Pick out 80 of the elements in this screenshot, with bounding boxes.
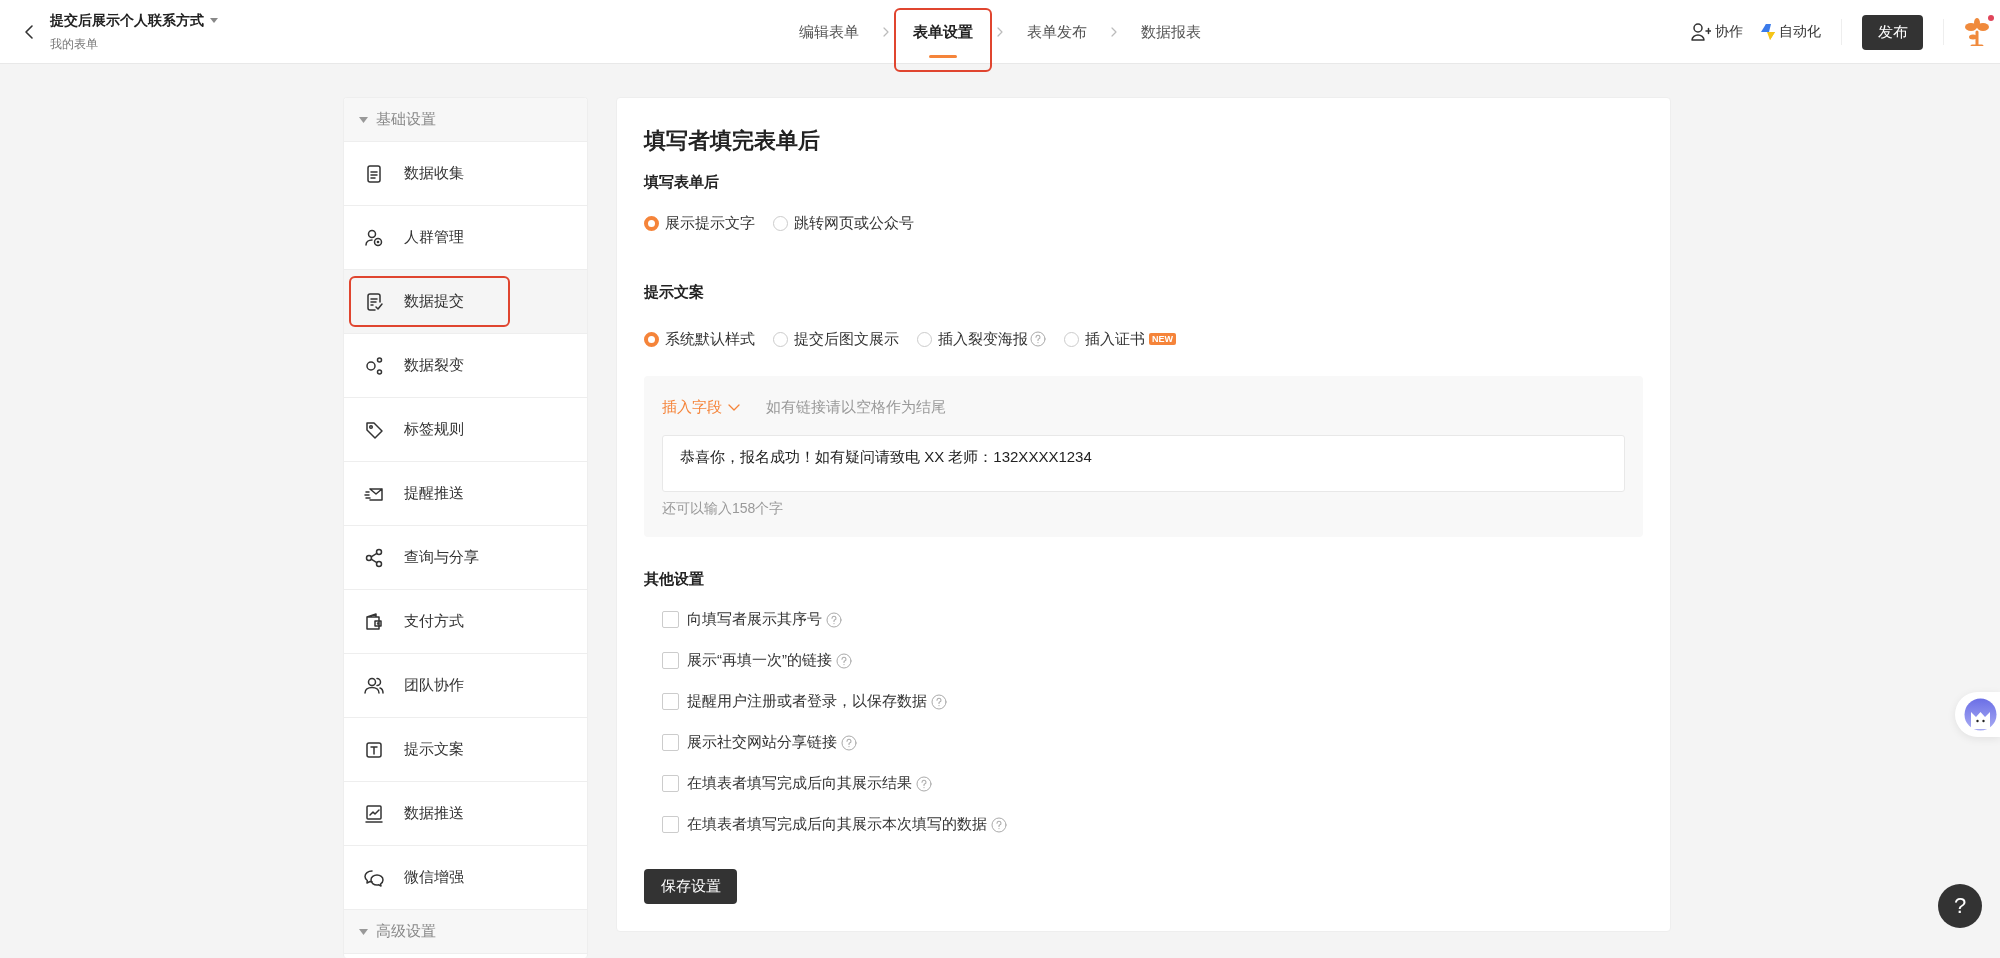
toolbar-button[interactable]: 自动化: [1761, 23, 1821, 41]
publish-button[interactable]: 发布: [1862, 14, 1923, 50]
page-heading: 填写者填完表单后: [644, 127, 821, 155]
checkbox-label: 在填表者填写完成后向其展示结果: [687, 774, 912, 793]
message-input[interactable]: 恭喜你，报名成功！如有疑问请致电 XX 老师：132XXXX1234: [662, 435, 1625, 492]
dropdown-icon[interactable]: [210, 18, 218, 23]
section-label: 其他设置: [644, 569, 705, 589]
breadcrumb-link[interactable]: 我的表单: [50, 35, 218, 53]
chevron-down-icon: [728, 403, 740, 411]
caret-icon: [359, 928, 368, 935]
sidebar-item[interactable]: 标签规则: [344, 398, 587, 462]
help-icon[interactable]: [931, 693, 947, 710]
radio-option[interactable]: 展示提示文字: [644, 213, 755, 233]
checkbox[interactable]: [662, 816, 679, 833]
sidebar-item[interactable]: 数据推送: [344, 782, 587, 846]
menu-item-icon: [364, 163, 384, 184]
assistant-button[interactable]: [1955, 692, 2000, 737]
checkbox-label: 在填表者填写完成后向其展示本次填写的数据: [687, 815, 987, 834]
checkbox-label: 提醒用户注册或者登录，以保存数据: [687, 692, 927, 711]
menu-item-icon: [364, 355, 384, 376]
sidebar-item[interactable]: 数据裂变: [344, 334, 587, 398]
menu-item-icon: [364, 611, 384, 632]
chevron-icon: [1111, 27, 1117, 37]
sidebar-item[interactable]: 团队协作: [344, 654, 587, 718]
checkbox[interactable]: [662, 611, 679, 628]
radio-option[interactable]: 插入证书: [1064, 329, 1145, 349]
step-tab[interactable]: 表单设置: [899, 0, 987, 64]
menu-item-icon: [364, 675, 384, 696]
help-icon[interactable]: [826, 611, 842, 628]
step-tab[interactable]: 编辑表单: [785, 0, 873, 64]
checkbox[interactable]: [662, 652, 679, 669]
sidebar-item[interactable]: 查询与分享: [344, 526, 587, 590]
checkbox-label: 展示“再填一次”的链接: [687, 651, 832, 670]
checkbox[interactable]: [662, 734, 679, 751]
help-button[interactable]: ?: [1938, 884, 1982, 928]
menu-item-icon: [364, 227, 384, 248]
sidebar-item[interactable]: 提示文案: [344, 718, 587, 782]
hint-text: 如有链接请以空格作为结尾: [766, 397, 946, 417]
step-tab[interactable]: 数据报表: [1127, 0, 1215, 64]
help-icon[interactable]: [1030, 331, 1046, 347]
section-header[interactable]: 基础设置: [344, 98, 587, 142]
menu-item-icon: [364, 419, 384, 440]
section-label: 提示文案: [644, 282, 705, 302]
radio-option[interactable]: 系统默认样式: [644, 329, 755, 349]
sidebar-item[interactable]: 支付方式: [344, 590, 587, 654]
toolbar-button[interactable]: 协作: [1691, 23, 1743, 41]
checkbox[interactable]: [662, 775, 679, 792]
sidebar-item[interactable]: 数据提交: [344, 270, 587, 334]
menu-item-icon: [364, 291, 384, 312]
checkbox-label: 向填写者展示其序号: [687, 610, 822, 629]
sidebar-item[interactable]: 提醒推送: [344, 462, 587, 526]
help-icon[interactable]: [916, 775, 932, 792]
menu-item-icon: [364, 547, 384, 568]
char-counter: 还可以输入158个字: [662, 499, 785, 518]
save-button[interactable]: 保存设置: [644, 869, 737, 904]
form-title[interactable]: 提交后展示个人联系方式: [50, 11, 204, 30]
lightning-icon: [1761, 24, 1775, 40]
help-icon[interactable]: [841, 734, 857, 751]
chevron-icon: [883, 27, 889, 37]
sprout-logo-icon[interactable]: [1964, 18, 1990, 46]
cat-icon: [1964, 698, 1997, 731]
radio-option[interactable]: 插入裂变海报: [917, 329, 1028, 349]
back-icon[interactable]: [24, 24, 34, 40]
sidebar-item[interactable]: 数据收集: [344, 142, 587, 206]
new-badge: NEW: [1149, 333, 1176, 345]
menu-item-icon: [364, 867, 384, 888]
step-tab[interactable]: 表单发布: [1013, 0, 1101, 64]
chevron-icon: [997, 27, 1003, 37]
checkbox-label: 展示社交网站分享链接: [687, 733, 837, 752]
menu-item-icon: [364, 739, 384, 760]
help-icon[interactable]: [836, 652, 852, 669]
radio-option[interactable]: 提交后图文展示: [773, 329, 899, 349]
add-user-icon: [1691, 23, 1711, 41]
help-icon[interactable]: [991, 816, 1007, 833]
caret-icon: [359, 116, 368, 123]
active-underline: [929, 55, 957, 58]
section-label: 填写表单后: [644, 172, 720, 192]
menu-item-icon: [364, 803, 384, 824]
checkbox[interactable]: [662, 693, 679, 710]
radio-option[interactable]: 跳转网页或公众号: [773, 213, 914, 233]
